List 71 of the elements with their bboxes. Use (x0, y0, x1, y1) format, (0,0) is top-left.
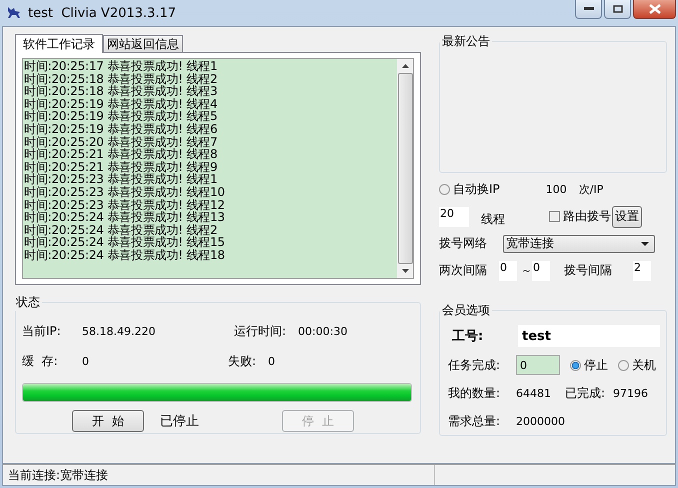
runtime-label: 运行时间: (234, 322, 286, 340)
log-line: 时间:20:25:24 恭喜投票成功! 线程2 (24, 224, 218, 236)
log-line: 时间:20:25:24 恭喜投票成功! 线程13 (24, 211, 226, 224)
maximize-icon (612, 5, 622, 13)
group-title: 会员选项 (441, 302, 491, 319)
cache-value: 0 (82, 354, 90, 368)
log-line: 时间:20:25:21 恭喜投票成功! 线程8 (24, 148, 218, 161)
state-text: 已停止 (160, 413, 200, 430)
cache-label: 缓 存: (22, 352, 59, 370)
per-ip-value: 100 (546, 183, 567, 196)
group-title: 状态 (15, 294, 41, 311)
radio-option[interactable]: 关机 (618, 356, 656, 374)
window-title: test Clivia V2013.3.17 (28, 6, 176, 20)
task-field[interactable]: 0 (516, 355, 560, 375)
id-label: 工号: (452, 328, 484, 345)
log-line: 时间:20:25:20 恭喜投票成功! 线程7 (24, 136, 218, 148)
log-line: 时间:20:25:23 恭喜投票成功! 线程1 (24, 173, 218, 186)
my-count-label: 我的数量: (448, 384, 502, 402)
maximize-button[interactable] (604, 0, 631, 19)
threads-label: 线程 (481, 211, 505, 228)
log-line: 时间:20:25:24 恭喜投票成功! 线程15 (24, 236, 226, 249)
checkbox-option[interactable]: 路由拨号 (549, 208, 611, 225)
minimize-icon (584, 7, 594, 11)
tilde-text: ～ (521, 263, 532, 278)
total-label: 需求总量: (448, 412, 502, 430)
log-line: 时间:20:25:19 恭喜投票成功! 线程4 (24, 98, 218, 110)
runtime-value: 00:00:30 (298, 324, 348, 338)
scroll-thumb[interactable] (398, 73, 412, 264)
radio-option[interactable]: 自动换IP (439, 181, 500, 198)
log-line: 时间:20:25:18 恭喜投票成功! 线程3 (24, 85, 218, 98)
log-line: 时间:20:25:17 恭喜投票成功! 线程1 (24, 60, 218, 73)
log-line: 时间:20:25:19 恭喜投票成功! 线程6 (24, 122, 218, 136)
network-label: 拨号网络 (439, 235, 487, 252)
status-bar-text: 当前连接:宽带连接 (7, 466, 110, 484)
interval-from-field[interactable]: 0 (499, 260, 517, 280)
dial-interval-field[interactable]: 2 (633, 260, 651, 280)
caret-icon (641, 242, 649, 246)
done-value: 97196 (613, 386, 648, 400)
group-title: 最新公告 (441, 33, 491, 50)
log-line: 时间:20:25:23 恭喜投票成功! 线程12 (24, 198, 226, 212)
start-button[interactable]: 开 始 (72, 410, 144, 432)
close-icon (648, 4, 660, 14)
dial-interval-label: 拨号间隔 (564, 262, 612, 279)
fail-value: 0 (268, 354, 276, 368)
my-count-value: 64481 (516, 386, 551, 400)
interval-to-field[interactable]: 0 (532, 260, 550, 280)
ip-label: 当前IP: (22, 322, 62, 340)
scroll-up-icon[interactable] (402, 64, 408, 68)
log-line: 时间:20:25:18 恭喜投票成功! 线程2 (24, 72, 218, 86)
total-value: 2000000 (516, 414, 565, 428)
network-dropdown[interactable]: 宽带连接 (503, 234, 655, 252)
per-ip-unit: 次/IP (578, 182, 604, 197)
close-button[interactable] (633, 0, 676, 19)
minimize-button[interactable] (575, 0, 602, 19)
tab[interactable]: 软件工作记录 (15, 34, 103, 53)
done-label: 已完成: (565, 384, 606, 402)
interval-label: 两次间隔 (439, 262, 487, 279)
log-line: 时间:20:25:21 恭喜投票成功! 线程9 (24, 160, 218, 174)
settings-button[interactable]: 设置 (612, 206, 642, 228)
scroll-down-icon[interactable] (402, 269, 408, 273)
threads-field[interactable]: 20 (439, 206, 469, 226)
log-line: 时间:20:25:19 恭喜投票成功! 线程5 (24, 110, 218, 123)
fail-label: 失败: (228, 352, 256, 370)
log-line: 时间:20:25:23 恭喜投票成功! 线程10 (24, 186, 226, 199)
id-field[interactable]: test (518, 325, 660, 347)
ip-value: 58.18.49.220 (82, 324, 156, 338)
task-label: 任务完成: (448, 356, 502, 374)
tab[interactable]: 网站返回信息 (103, 35, 183, 52)
log-line: 时间:20:25:24 恭喜投票成功! 线程18 (24, 248, 226, 262)
radio-option[interactable]: 停止 (570, 356, 608, 374)
scrollbar[interactable] (397, 59, 413, 278)
